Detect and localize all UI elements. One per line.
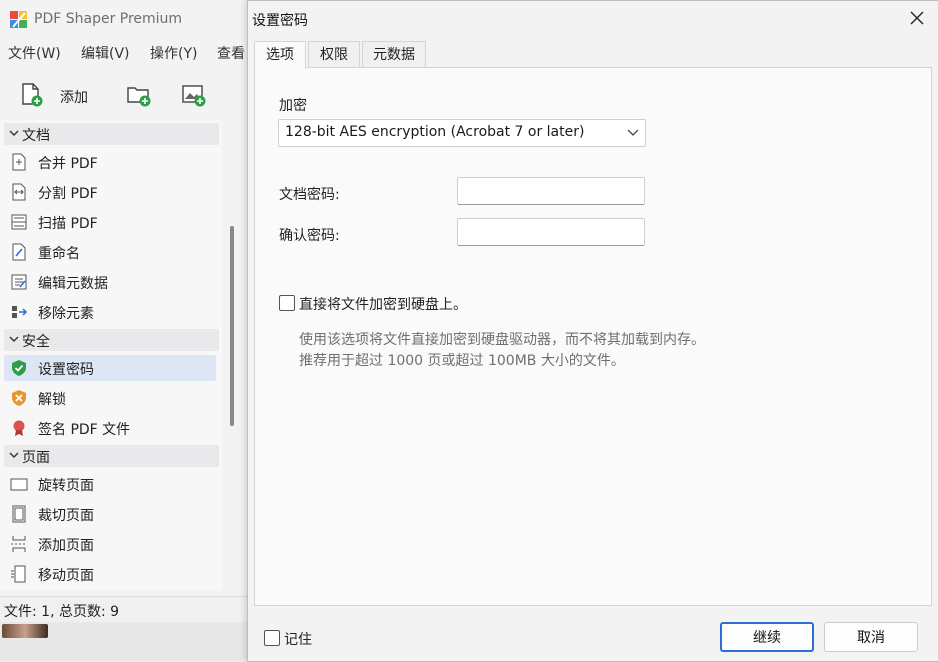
direct-encrypt-checkbox[interactable] — [279, 295, 295, 311]
continue-button[interactable]: 继续 — [720, 622, 814, 652]
crop-page-icon — [12, 505, 26, 523]
sidebar-item-label: 合并 PDF — [38, 156, 98, 172]
set-password-dialog: 设置密码 选项 权限 元数据 加密 128-bit AES encryption… — [247, 0, 938, 662]
status-bar: 文件: 1, 总页数: 9 — [0, 596, 248, 623]
add-folder-icon[interactable] — [126, 82, 152, 108]
menu-file[interactable]: 文件(W) — [8, 43, 61, 63]
confirm-password-field[interactable] — [457, 218, 645, 246]
sidebar-item-label: 移除元素 — [38, 306, 94, 322]
sidebar-item-crop[interactable]: 裁切页面 — [4, 501, 216, 527]
direct-encrypt-label[interactable]: 直接将文件加密到硬盘上。 — [299, 294, 467, 314]
hint-line-2: 推荐用于超过 1000 页或超过 100MB 大小的文件。 — [299, 353, 625, 369]
hint-line-1: 使用该选项将文件直接加密到硬盘驱动器，而不将其加载到内存。 — [299, 332, 705, 348]
app-title: PDF Shaper Premium — [34, 11, 183, 27]
taskbar-thumbnail[interactable] — [2, 624, 48, 638]
cancel-button[interactable]: 取消 — [824, 622, 918, 652]
sidebar-item-move-page[interactable]: 移动页面 — [4, 561, 216, 587]
sign-icon — [13, 420, 25, 436]
main-window: PDF Shaper Premium 文件(W) 编辑(V) 操作(Y) 查看 … — [0, 0, 248, 661]
sidebar-item-label: 添加页面 — [38, 538, 94, 554]
chevron-down-icon — [9, 130, 19, 136]
sidebar-item-add-page[interactable]: 添加页面 — [4, 531, 216, 557]
tab-options[interactable]: 选项 — [254, 41, 306, 69]
sidebar-item-label: 编辑元数据 — [38, 276, 108, 292]
close-icon[interactable] — [908, 9, 926, 27]
options-panel: 加密 128-bit AES encryption (Acrobat 7 or … — [254, 67, 932, 606]
chevron-down-icon — [9, 452, 19, 458]
remove-elements-icon — [12, 306, 28, 318]
menu-view[interactable]: 查看 — [217, 43, 245, 63]
sidebar-item-label: 解锁 — [38, 392, 66, 408]
sidebar-item-set-password[interactable]: 设置密码 — [4, 355, 216, 381]
scan-icon — [11, 214, 27, 230]
sidebar-item-rotate[interactable]: 旋转页面 — [4, 471, 216, 497]
sidebar-item-split[interactable]: 分割 PDF — [4, 179, 216, 205]
sidebar-item-remove-elements[interactable]: 移除元素 — [4, 299, 216, 325]
section-document[interactable]: 文档 — [4, 123, 219, 145]
sidebar-item-label: 签名 PDF 文件 — [38, 422, 131, 438]
menu-edit[interactable]: 编辑(V) — [81, 43, 130, 63]
add-image-icon[interactable] — [181, 82, 207, 108]
section-label: 页面 — [22, 450, 50, 466]
section-label: 安全 — [22, 334, 50, 350]
menu-action[interactable]: 操作(Y) — [150, 43, 197, 63]
sidebar-item-label: 移动页面 — [38, 568, 94, 584]
sidebar-item-unlock[interactable]: 解锁 — [4, 385, 216, 411]
metadata-icon — [11, 274, 27, 290]
dialog-title: 设置密码 — [252, 13, 308, 29]
menu-bar: 文件(W) 编辑(V) 操作(Y) 查看 — [0, 40, 248, 64]
add-button-label[interactable]: 添加 — [60, 87, 88, 107]
confirm-password-label: 确认密码: — [279, 228, 340, 244]
section-pages[interactable]: 页面 — [4, 445, 219, 467]
encryption-select[interactable]: 128-bit AES encryption (Acrobat 7 or lat… — [278, 119, 646, 147]
sidebar-item-merge[interactable]: 合并 PDF — [4, 149, 216, 175]
toolbar: 添加 — [0, 72, 248, 118]
sidebar-item-metadata[interactable]: 编辑元数据 — [4, 269, 216, 295]
sidebar-item-label: 重命名 — [38, 246, 80, 262]
tab-permissions[interactable]: 权限 — [308, 41, 360, 68]
remember-checkbox[interactable] — [264, 630, 280, 646]
status-text: 文件: 1, 总页数: 9 — [4, 604, 120, 620]
sidebar-item-label: 分割 PDF — [38, 186, 98, 202]
shield-icon — [12, 360, 26, 376]
sidebar-item-label: 旋转页面 — [38, 478, 94, 494]
section-label: 文档 — [22, 128, 50, 144]
sidebar-item-label: 裁切页面 — [38, 508, 94, 524]
chevron-down-icon — [9, 336, 19, 342]
encryption-select-value: 128-bit AES encryption (Acrobat 7 or lat… — [285, 124, 585, 140]
merge-icon — [12, 153, 26, 171]
rotate-page-icon — [10, 478, 28, 491]
sidebar-item-scan[interactable]: 扫描 PDF — [4, 209, 216, 235]
sidebar-item-sign[interactable]: 签名 PDF 文件 — [4, 415, 216, 441]
tab-metadata[interactable]: 元数据 — [362, 41, 426, 68]
sidebar-item-rename[interactable]: 重命名 — [4, 239, 216, 265]
sidebar: 文档 合并 PDF 分割 PDF 扫描 PDF 重命名 编辑元数据 移除元素 安… — [0, 120, 222, 590]
section-security[interactable]: 安全 — [4, 329, 219, 351]
document-password-field[interactable] — [457, 177, 645, 205]
move-page-icon — [11, 565, 26, 583]
add-file-icon[interactable] — [18, 82, 44, 108]
rename-icon — [12, 243, 26, 261]
sidebar-scrollbar-thumb[interactable] — [230, 226, 234, 426]
chevron-down-icon — [627, 129, 639, 136]
remember-label[interactable]: 记住 — [284, 629, 312, 649]
split-icon — [12, 183, 26, 201]
document-password-label: 文档密码: — [279, 187, 340, 203]
encryption-label: 加密 — [279, 98, 307, 114]
sidebar-item-label: 设置密码 — [38, 362, 94, 378]
add-page-icon — [11, 536, 27, 552]
unlock-icon — [12, 390, 26, 406]
title-bar: PDF Shaper Premium — [0, 0, 248, 40]
app-logo-icon — [10, 11, 27, 28]
sidebar-item-label: 扫描 PDF — [38, 216, 98, 232]
